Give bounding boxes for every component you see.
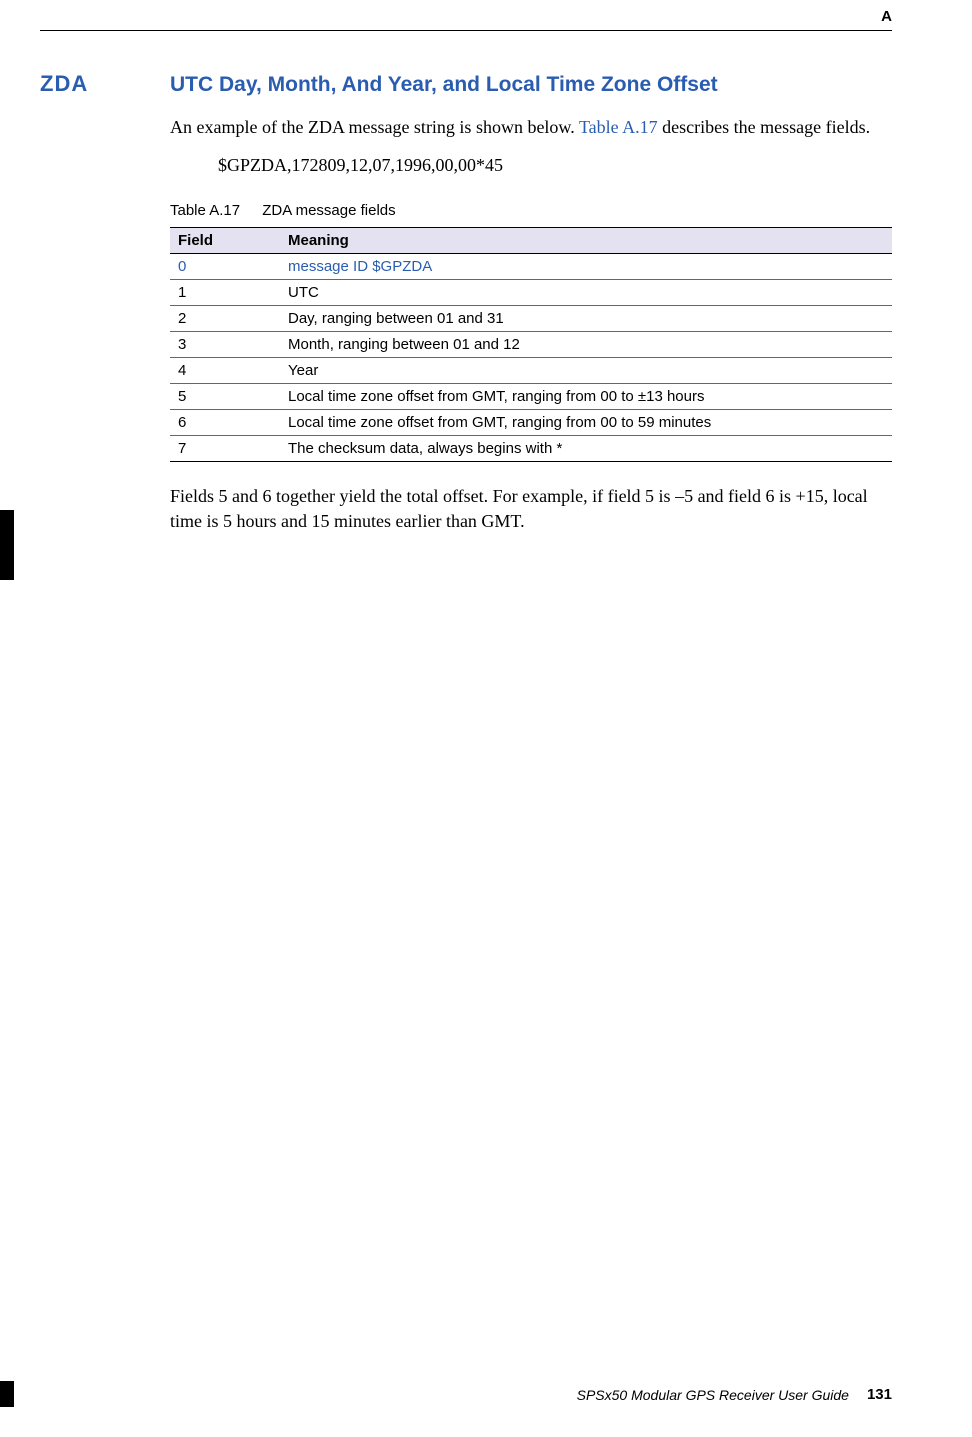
table-row: 5Local time zone offset from GMT, rangin…: [170, 384, 892, 410]
side-tab-icon: [0, 510, 14, 580]
cell-field: 2: [170, 306, 280, 332]
fields-table: Field Meaning 0message ID $GPZDA1UTC2Day…: [170, 227, 892, 462]
table-row: 6Local time zone offset from GMT, rangin…: [170, 410, 892, 436]
post-table-text: Fields 5 and 6 together yield the total …: [170, 484, 892, 533]
intro-paragraph: An example of the ZDA message string is …: [170, 115, 892, 139]
cell-field: 7: [170, 436, 280, 462]
post-table-paragraph: Fields 5 and 6 together yield the total …: [40, 484, 892, 533]
table-row: 4Year: [170, 358, 892, 384]
top-rule: [40, 30, 892, 31]
intro-pre: An example of the ZDA message string is …: [170, 117, 579, 137]
page: A ZDA UTC Day, Month, And Year, and Loca…: [0, 0, 972, 1437]
footer-doc-title: SPSx50 Modular GPS Receiver User Guide: [577, 1387, 849, 1403]
table-row: 2Day, ranging between 01 and 31: [170, 306, 892, 332]
cell-meaning: Month, ranging between 01 and 12: [280, 332, 892, 358]
footer-page-number: 131: [867, 1386, 892, 1403]
example-string: $GPZDA,172809,12,07,1996,00,00*45: [218, 155, 892, 176]
appendix-letter: A: [881, 8, 892, 25]
cell-meaning: UTC: [280, 280, 892, 306]
section-heading: ZDA UTC Day, Month, And Year, and Local …: [40, 71, 892, 97]
table-caption-text: ZDA message fields: [262, 202, 395, 219]
col-header-field: Field: [170, 228, 280, 254]
table-row: 7The checksum data, always begins with *: [170, 436, 892, 462]
cell-meaning: Local time zone offset from GMT, ranging…: [280, 384, 892, 410]
heading-long: UTC Day, Month, And Year, and Local Time…: [170, 73, 718, 97]
cell-field: 3: [170, 332, 280, 358]
cell-meaning: The checksum data, always begins with *: [280, 436, 892, 462]
table-caption-number: Table A.17: [170, 202, 240, 219]
heading-short: ZDA: [40, 71, 170, 97]
table-ref-link[interactable]: Table A.17: [579, 117, 658, 137]
footer-tab-icon: [0, 1381, 14, 1407]
cell-meaning: Day, ranging between 01 and 31: [280, 306, 892, 332]
cell-meaning: Year: [280, 358, 892, 384]
cell-field[interactable]: 0: [170, 254, 280, 280]
table-row: 3Month, ranging between 01 and 12: [170, 332, 892, 358]
cell-meaning[interactable]: message ID $GPZDA: [280, 254, 892, 280]
cell-field: 1: [170, 280, 280, 306]
cell-field: 5: [170, 384, 280, 410]
footer: SPSx50 Modular GPS Receiver User Guide 1…: [577, 1386, 892, 1403]
table-row: 0message ID $GPZDA: [170, 254, 892, 280]
table-header-row: Field Meaning: [170, 228, 892, 254]
cell-meaning: Local time zone offset from GMT, ranging…: [280, 410, 892, 436]
col-header-meaning: Meaning: [280, 228, 892, 254]
cell-field: 6: [170, 410, 280, 436]
table-row: 1UTC: [170, 280, 892, 306]
content-area: ZDA UTC Day, Month, And Year, and Local …: [170, 71, 892, 533]
cell-field: 4: [170, 358, 280, 384]
intro-post: describes the message fields.: [658, 117, 870, 137]
table-caption: Table A.17 ZDA message fields: [170, 202, 892, 219]
